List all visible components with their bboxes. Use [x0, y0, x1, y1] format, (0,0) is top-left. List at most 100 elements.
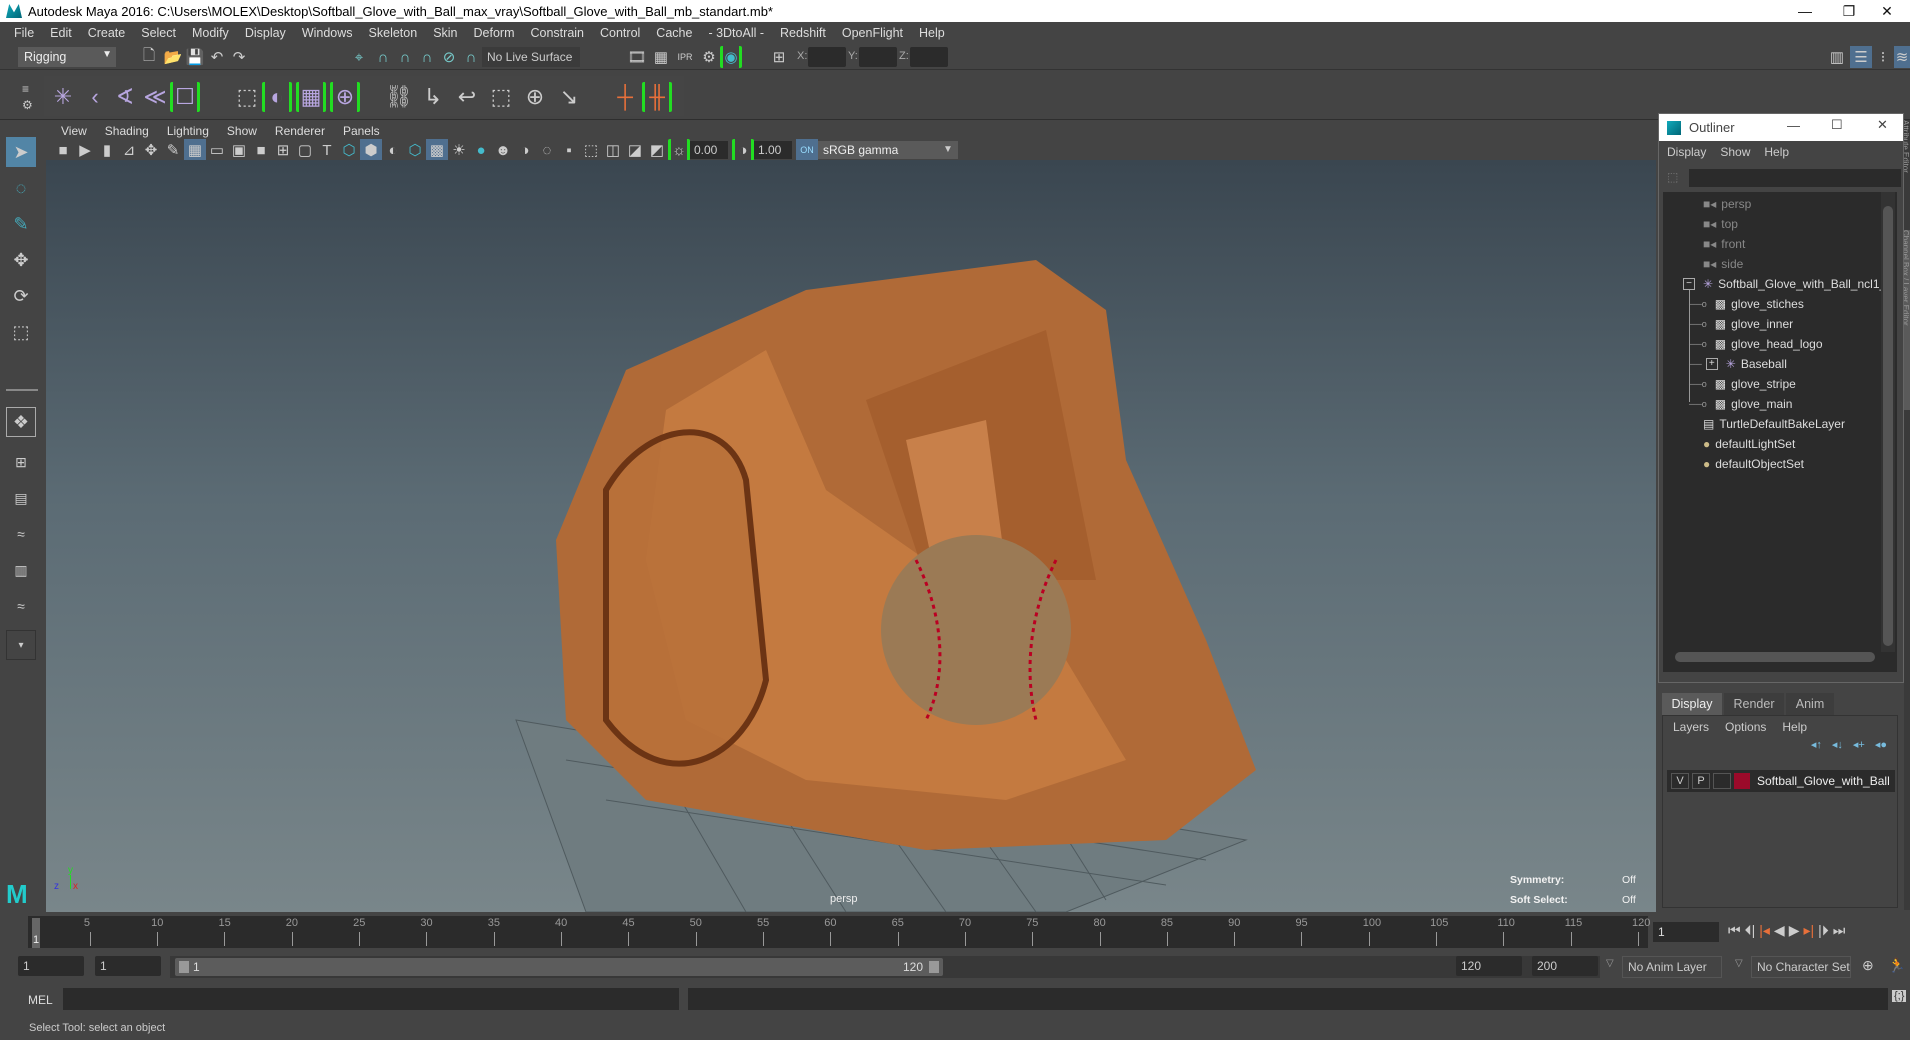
wireframe-on-shaded-icon[interactable]: ⬡: [404, 139, 426, 161]
new-empty-layer-icon[interactable]: ◂+: [1853, 738, 1865, 751]
animation-preferences-icon[interactable]: 🏃: [1888, 957, 1905, 974]
pole-vector-icon[interactable]: ↘: [554, 82, 584, 112]
menu-deform[interactable]: Deform: [466, 26, 523, 40]
parent-constraint-icon[interactable]: ⛓: [384, 82, 414, 112]
animation-start-field[interactable]: 1: [18, 956, 84, 976]
render-view-icon[interactable]: 🎞: [626, 46, 648, 68]
move-tool-icon[interactable]: ✥: [6, 245, 36, 275]
scale-tool-icon[interactable]: ⬚: [6, 317, 36, 347]
current-frame-field[interactable]: 1: [1653, 922, 1719, 942]
move-layer-down-icon[interactable]: ◂↓: [1832, 738, 1843, 751]
outliner-item[interactable]: ■◂ top: [1703, 214, 1738, 234]
menu-redshift[interactable]: Redshift: [772, 26, 834, 40]
viewport-menu-shading[interactable]: Shading: [96, 124, 158, 138]
camera-attributes-icon[interactable]: ▶: [74, 139, 96, 161]
chevron-down-icon[interactable]: ▽: [1606, 958, 1614, 969]
animation-end-field[interactable]: 200: [1532, 956, 1598, 976]
motion-blur-icon[interactable]: ▪: [558, 139, 580, 161]
undo-icon[interactable]: ↶: [206, 46, 228, 68]
outliner-maximize-button[interactable]: ☐: [1831, 117, 1843, 133]
new-scene-icon[interactable]: 🗋: [138, 46, 160, 68]
lasso-tool-icon[interactable]: ◌: [6, 173, 36, 203]
joint-tool-icon[interactable]: ✳: [48, 82, 78, 112]
viewport-menu-view[interactable]: View: [52, 124, 96, 138]
menu-control[interactable]: Control: [592, 26, 648, 40]
snap-view-icon[interactable]: ∩: [416, 46, 438, 68]
outliner-item[interactable]: ● defaultObjectSet: [1703, 454, 1804, 474]
minimize-button[interactable]: —: [1782, 0, 1828, 22]
viewport-menu-lighting[interactable]: Lighting: [158, 124, 218, 138]
orient-constraint-icon[interactable]: ↩: [452, 82, 482, 112]
anim-layer-dropdown[interactable]: No Anim Layer: [1622, 956, 1722, 978]
ik-spline-icon[interactable]: ∢: [110, 82, 140, 112]
tool-settings-icon[interactable]: ⁝: [1872, 46, 1894, 68]
collapse-icon[interactable]: −: [1683, 278, 1695, 290]
default-material-icon[interactable]: ◐: [382, 139, 404, 161]
perspective-viewport[interactable]: y z x persp Symmetry: Off Soft Select: O…: [46, 160, 1656, 912]
cluster-icon[interactable]: ⊕: [330, 82, 360, 112]
script-editor-icon[interactable]: {;}: [1892, 990, 1907, 1002]
menu-openflight[interactable]: OpenFlight: [834, 26, 911, 40]
layer-playback-toggle[interactable]: P: [1692, 773, 1710, 789]
menu-select[interactable]: Select: [133, 26, 184, 40]
time-slider[interactable]: 1 5 10 15 20 25 30 35 40 45 50 55 60 65 70 75 80 85 90 95 1…: [28, 916, 1650, 948]
live-surface-field[interactable]: No Live Surface: [482, 47, 580, 67]
play-backwards-icon[interactable]: ◀: [1774, 922, 1785, 939]
go-to-end-icon[interactable]: ⏭: [1833, 922, 1846, 939]
tab-anim[interactable]: Anim: [1786, 693, 1834, 715]
menuset-dropdown[interactable]: Rigging ▼: [18, 47, 116, 67]
two-d-pan-icon[interactable]: ✥: [140, 139, 162, 161]
resolution-gate-icon[interactable]: ▣: [228, 139, 250, 161]
menu-create[interactable]: Create: [80, 26, 134, 40]
grease-pencil-icon[interactable]: ✎: [162, 139, 184, 161]
attribute-editor-toggle-icon[interactable]: ☰: [1850, 46, 1872, 68]
z-coordinate-field[interactable]: [910, 47, 948, 67]
snap-surface-icon[interactable]: ⊘: [438, 46, 460, 68]
rotate-tool-icon[interactable]: ⟳: [6, 281, 36, 311]
outliner-menu-display[interactable]: Display: [1667, 145, 1706, 159]
tab-display[interactable]: Display: [1662, 693, 1722, 715]
layer-menu-layers[interactable]: Layers: [1673, 720, 1709, 734]
gamma-icon[interactable]: ◑: [732, 139, 754, 161]
outliner-minimize-button[interactable]: —: [1787, 118, 1800, 133]
move-layer-up-icon[interactable]: ◂↑: [1811, 738, 1822, 751]
color-space-dropdown[interactable]: sRGB gamma: [818, 141, 938, 159]
outliner-search-field[interactable]: [1689, 169, 1901, 187]
outliner-vertical-scrollbar[interactable]: [1881, 192, 1895, 652]
menu-edit[interactable]: Edit: [42, 26, 80, 40]
bookmark-icon[interactable]: ▮: [96, 139, 118, 161]
scrollbar-thumb[interactable]: [1675, 652, 1875, 662]
outliner-item[interactable]: ■◂ front: [1703, 234, 1745, 254]
render-frame-icon[interactable]: ▦: [650, 46, 672, 68]
play-forwards-icon[interactable]: ▶: [1789, 922, 1800, 939]
menu-cache[interactable]: Cache: [648, 26, 700, 40]
chevron-down-icon[interactable]: ▼: [938, 141, 958, 159]
depth-of-field-icon[interactable]: ◪: [624, 139, 646, 161]
outliner-item[interactable]: ── + ✳ Baseball: [1689, 354, 1787, 374]
chevron-down-icon[interactable]: ▽: [1735, 958, 1743, 969]
menu-display[interactable]: Display: [237, 26, 294, 40]
point-constraint-icon[interactable]: ↳: [418, 82, 448, 112]
ipr-render-icon[interactable]: IPR: [674, 46, 696, 68]
isolate-select-icon[interactable]: ⬚: [580, 139, 602, 161]
redo-icon[interactable]: ↷: [228, 46, 250, 68]
playback-start-field[interactable]: 1: [95, 956, 161, 976]
xray-joints-icon[interactable]: ◑: [514, 139, 536, 161]
persp-graph-layout-icon[interactable]: ≈: [6, 519, 36, 549]
layer-color-swatch[interactable]: [1734, 773, 1750, 789]
bone-constraint-icon[interactable]: ╫: [642, 82, 672, 112]
go-to-start-icon[interactable]: ⏮: [1728, 922, 1741, 939]
bind-skin-icon[interactable]: ⬚: [232, 82, 262, 112]
graph-persp-layout-icon[interactable]: ≈: [6, 591, 36, 621]
menu-skin[interactable]: Skin: [425, 26, 465, 40]
safe-action-icon[interactable]: ▢: [294, 139, 316, 161]
shelf-tabs-icon[interactable]: ≡: [22, 82, 29, 96]
range-start-grip[interactable]: [179, 961, 189, 973]
outliner-item[interactable]: ● defaultLightSet: [1703, 434, 1795, 454]
snap-grid-icon[interactable]: ⌖: [348, 46, 370, 68]
hud-icon[interactable]: ◩: [646, 139, 668, 161]
x-coordinate-field[interactable]: [808, 47, 846, 67]
command-input[interactable]: [63, 988, 679, 1010]
step-back-key-icon[interactable]: |◂: [1759, 922, 1770, 939]
single-perspective-layout-icon[interactable]: ❖: [6, 407, 36, 437]
